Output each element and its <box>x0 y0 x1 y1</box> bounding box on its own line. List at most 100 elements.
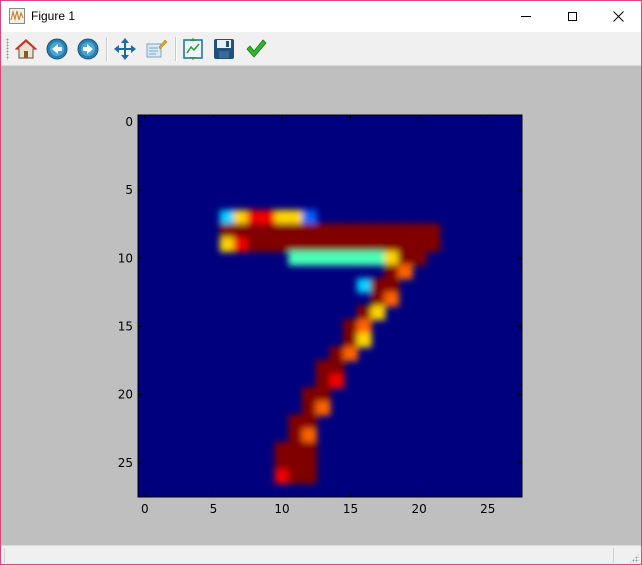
toolbar-separator <box>175 37 177 61</box>
heatmap-cell <box>384 291 400 307</box>
heatmap-cell <box>302 414 317 430</box>
heatmap-cell <box>370 305 386 321</box>
move-arrows-icon <box>114 38 136 60</box>
heatmap-cell <box>398 264 413 280</box>
heatmap-cell <box>233 223 249 239</box>
title-bar[interactable]: Figure 1 <box>1 1 641 32</box>
heatmap-cell <box>233 210 249 225</box>
heatmap-cell <box>356 250 372 266</box>
y-tick-label: 5 <box>125 183 133 197</box>
configure-subplots-icon <box>183 38 203 60</box>
heatmap-cell <box>411 223 427 239</box>
edit-parameters-button[interactable] <box>244 37 268 61</box>
toolbar-grip[interactable] <box>6 38 9 60</box>
heatmap-background <box>138 115 522 497</box>
subplots-button[interactable] <box>181 37 205 61</box>
heatmap-cell <box>329 250 345 266</box>
heatmap-cell <box>288 223 304 239</box>
heatmap-cell <box>370 278 386 293</box>
minimize-button[interactable] <box>503 1 549 32</box>
heatmap-cell <box>219 223 235 239</box>
image-plot[interactable]: 0 5 10 15 20 25 0 5 10 15 20 25 <box>1 66 641 545</box>
x-tick-label: 15 <box>343 502 358 516</box>
heatmap-cell <box>288 237 304 252</box>
y-tick-label: 25 <box>118 456 133 470</box>
zoom-button[interactable] <box>144 37 168 61</box>
heatmap-cell <box>384 264 400 280</box>
heatmap-cell <box>384 223 400 239</box>
y-tick-label: 0 <box>125 115 133 129</box>
heatmap-cell <box>302 387 317 402</box>
heatmap-cell <box>302 455 317 471</box>
heatmap-cell <box>370 250 386 266</box>
heatmap-cell <box>219 210 235 225</box>
window-title: Figure 1 <box>31 9 76 23</box>
x-tick-label: 5 <box>210 502 218 516</box>
heatmap-cell <box>356 332 372 348</box>
heatmap-cell <box>302 210 317 225</box>
forward-button[interactable] <box>76 37 100 61</box>
heatmap-cell <box>370 223 386 239</box>
y-tick-label: 20 <box>118 388 133 402</box>
status-bar <box>1 545 641 564</box>
heatmap-cell <box>343 250 358 266</box>
heatmap-cell <box>315 223 331 239</box>
forward-arrow-icon <box>77 38 99 60</box>
heatmap-cell <box>247 223 262 239</box>
back-arrow-icon <box>46 38 68 60</box>
heatmap-cell <box>288 414 304 430</box>
x-tick-label: 10 <box>274 502 289 516</box>
heatmap-cell <box>343 319 358 334</box>
heatmap-cell <box>384 250 400 266</box>
heatmap-cell <box>411 250 427 266</box>
status-divider <box>4 548 5 563</box>
heatmap-cell <box>302 250 317 266</box>
heatmap-cell <box>274 469 290 484</box>
heatmap-cell <box>288 441 304 457</box>
heatmap-cell <box>425 237 441 252</box>
heatmap-cell <box>370 237 386 252</box>
heatmap-cell <box>356 223 372 239</box>
y-tick-label: 15 <box>118 319 133 333</box>
heatmap-cell <box>302 441 317 457</box>
heatmap-cell <box>274 223 290 239</box>
heatmap-cell <box>302 223 317 239</box>
heatmap-cell <box>384 237 400 252</box>
heatmap-cell <box>343 223 358 239</box>
matplotlib-icon <box>9 8 25 24</box>
save-button[interactable] <box>212 37 236 61</box>
heatmap-cell <box>274 441 290 457</box>
heatmap-cell <box>329 237 345 252</box>
heatmap-cell <box>247 210 262 225</box>
heatmap-cell <box>343 237 358 252</box>
heatmap-cell <box>329 373 345 389</box>
figure-canvas[interactable]: 0 5 10 15 20 25 0 5 10 15 20 25 <box>1 66 641 545</box>
resize-grip[interactable] <box>629 553 639 563</box>
heatmap-cell <box>315 360 331 375</box>
heatmap-cell <box>260 237 276 252</box>
home-icon <box>15 39 37 59</box>
heatmap-cell <box>302 469 317 484</box>
heatmap-cell <box>315 373 331 389</box>
x-tick-label: 20 <box>412 502 427 516</box>
pan-button[interactable] <box>113 37 137 61</box>
heatmap-cell <box>247 237 262 252</box>
heatmap-cell <box>219 237 235 252</box>
heatmap-cell <box>343 332 358 348</box>
status-divider <box>613 548 614 563</box>
heatmap-cell <box>233 237 249 252</box>
figure-window: Figure 1 0 5 10 15 20 25 0 5 10 15 20 25 <box>0 0 642 565</box>
heatmap-cell <box>329 360 345 375</box>
heatmap-cell <box>356 305 372 321</box>
close-icon <box>612 11 624 22</box>
heatmap-cell <box>356 278 372 293</box>
navigation-toolbar <box>1 32 641 66</box>
heatmap-cell <box>315 401 331 416</box>
heatmap-cell <box>302 401 317 416</box>
home-button[interactable] <box>14 37 38 61</box>
maximize-button[interactable] <box>549 1 595 32</box>
maximize-icon <box>567 12 577 21</box>
heatmap-cell <box>329 346 345 362</box>
back-button[interactable] <box>45 37 69 61</box>
close-button[interactable] <box>595 1 641 32</box>
